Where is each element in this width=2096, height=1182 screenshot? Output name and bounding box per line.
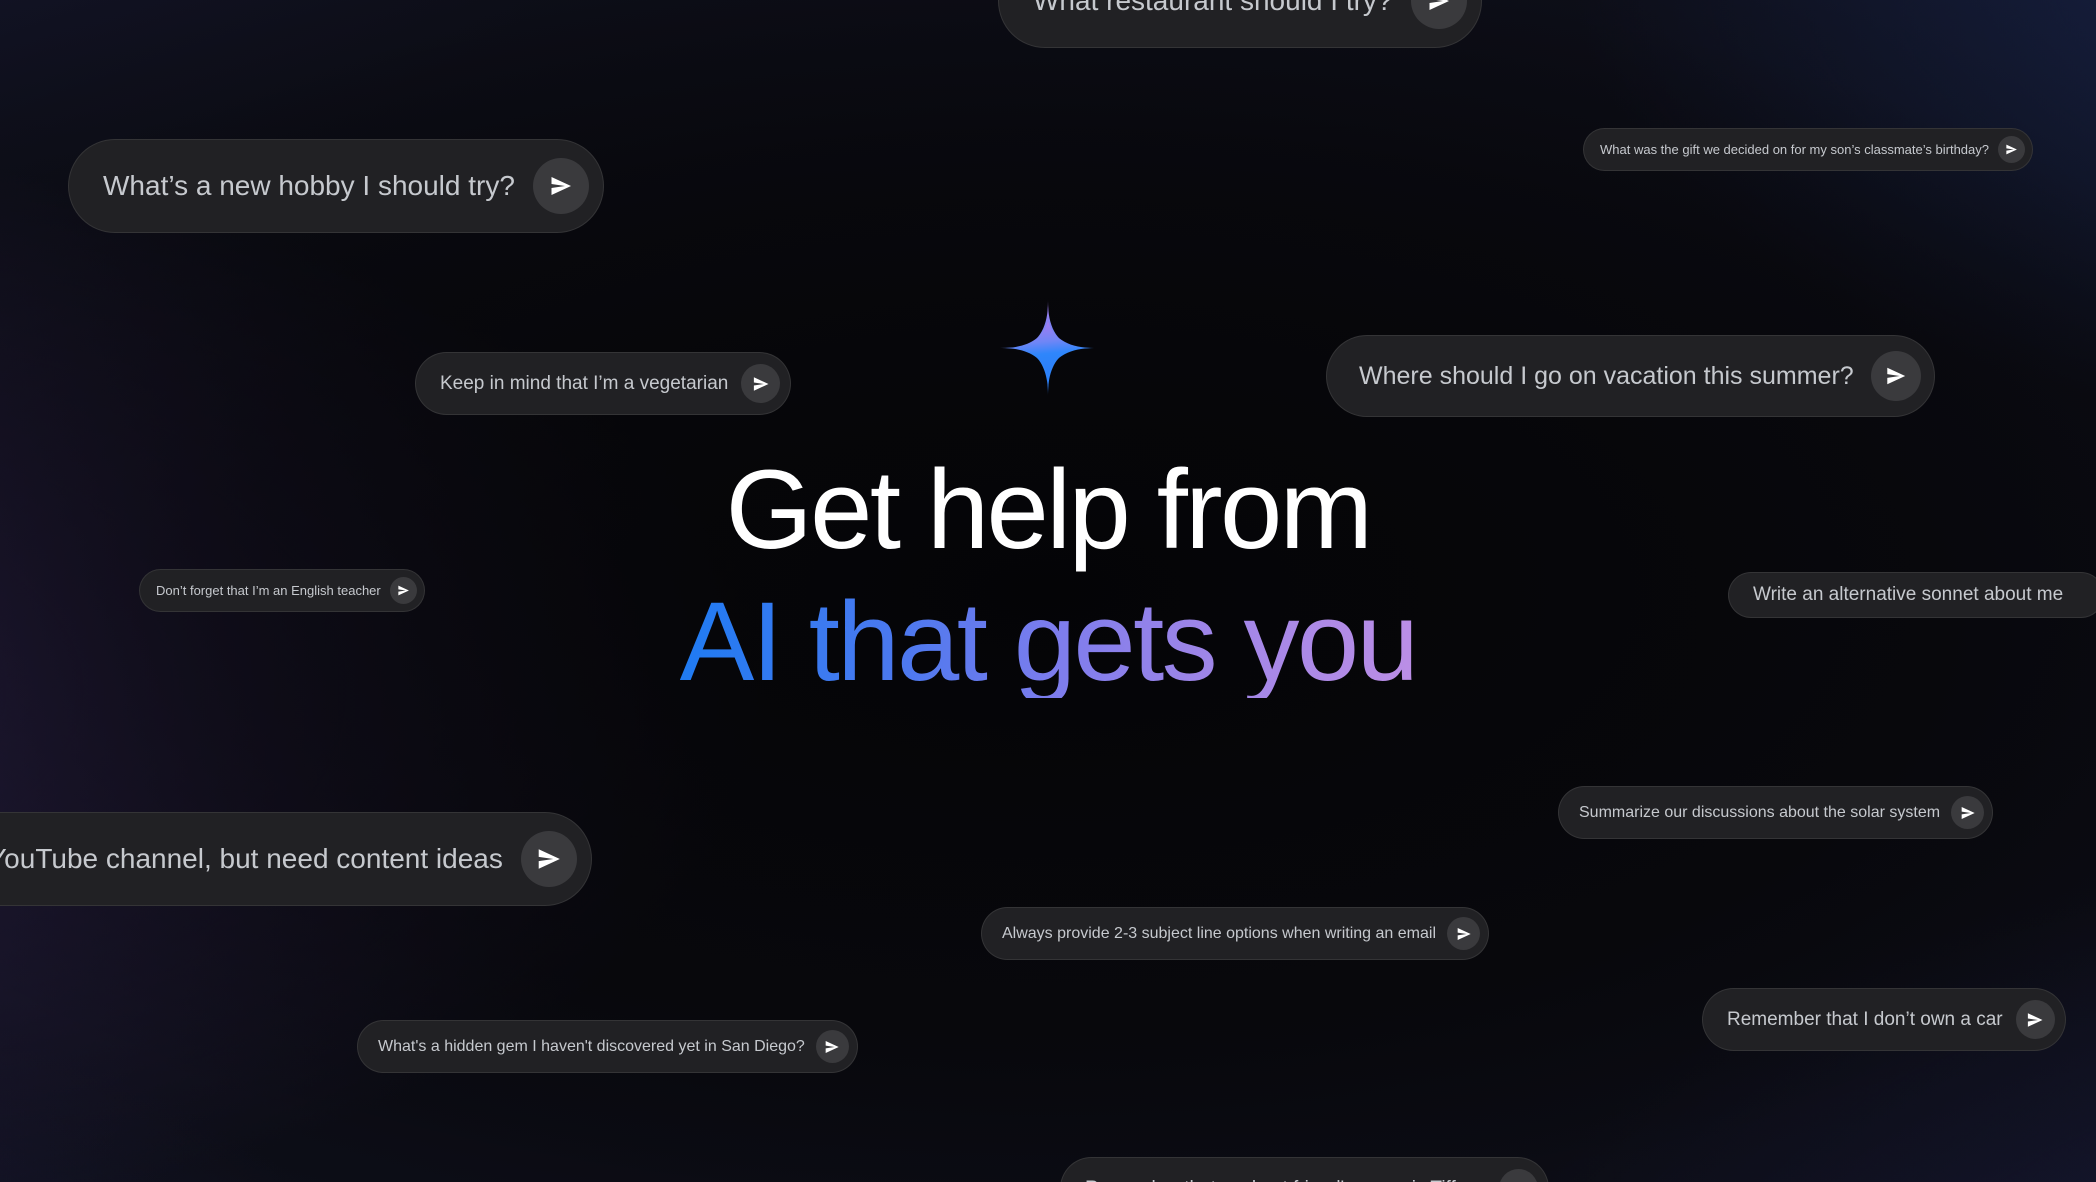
prompt-text: What was the gift we decided on for my s… bbox=[1600, 142, 1989, 157]
prompt-pill-no-car[interactable]: Remember that I don’t own a car bbox=[1702, 988, 2066, 1051]
prompt-pill-youtube[interactable]: start a YouTube channel, but need conten… bbox=[0, 812, 592, 906]
prompt-text: Keep in mind that I’m a vegetarian bbox=[440, 372, 729, 394]
send-paper-plane-icon[interactable] bbox=[1410, 0, 1467, 29]
send-paper-plane-icon[interactable] bbox=[815, 1030, 849, 1063]
gemini-sparkle-icon bbox=[1000, 300, 1096, 396]
prompt-text: Always provide 2-3 subject line options … bbox=[1002, 924, 1436, 942]
headline-line-1: Get help from bbox=[725, 447, 1373, 572]
prompt-pill-vegetarian[interactable]: Keep in mind that I’m a vegetarian bbox=[415, 352, 792, 415]
prompt-pill-sonnet[interactable]: Write an alternative sonnet about me bbox=[1728, 572, 2096, 618]
send-paper-plane-icon[interactable] bbox=[2015, 1000, 2055, 1039]
prompt-text: Where should I go on vacation this summe… bbox=[1359, 361, 1854, 390]
prompt-text: start a YouTube channel, but need conten… bbox=[0, 843, 503, 874]
prompt-pill-gift[interactable]: What was the gift we decided on for my s… bbox=[1583, 128, 2033, 171]
prompt-text: Remember that I don’t own a car bbox=[1727, 1008, 2003, 1030]
prompt-pill-restaurant[interactable]: What restaurant should I try? bbox=[998, 0, 1482, 48]
headline-line-2: AI that gets you bbox=[679, 579, 1419, 704]
prompt-pill-tiffany[interactable]: Remember that my best friend's name is T… bbox=[1060, 1157, 1550, 1182]
send-paper-plane-icon[interactable] bbox=[389, 577, 417, 604]
prompt-text: What restaurant should I try? bbox=[1033, 0, 1393, 16]
hero-stage: Get help from AI that gets you What rest… bbox=[0, 0, 2096, 1182]
prompt-text: Remember that my best friend's name is T… bbox=[1085, 1178, 1486, 1182]
prompt-pill-vacation[interactable]: Where should I go on vacation this summe… bbox=[1326, 335, 1935, 417]
send-paper-plane-icon[interactable] bbox=[1951, 796, 1985, 829]
send-paper-plane-icon[interactable] bbox=[1870, 351, 1921, 401]
prompt-pill-subject-lines[interactable]: Always provide 2-3 subject line options … bbox=[981, 907, 1489, 960]
prompt-text: Don’t forget that I’m an English teacher bbox=[156, 583, 381, 598]
send-paper-plane-icon[interactable] bbox=[1447, 917, 1480, 950]
prompt-pill-san-diego[interactable]: What's a hidden gem I haven't discovered… bbox=[357, 1020, 858, 1073]
send-paper-plane-icon[interactable] bbox=[532, 158, 589, 214]
prompt-text: Write an alternative sonnet about me bbox=[1753, 584, 2064, 605]
prompt-text: What's a hidden gem I haven't discovered… bbox=[378, 1037, 805, 1055]
prompt-text: Summarize our discussions about the sola… bbox=[1579, 803, 1941, 821]
send-paper-plane-icon[interactable] bbox=[1997, 136, 2025, 163]
prompt-pill-hobby[interactable]: What’s a new hobby I should try? bbox=[68, 139, 604, 233]
prompt-pill-solar-system[interactable]: Summarize our discussions about the sola… bbox=[1558, 786, 1994, 839]
send-paper-plane-icon[interactable] bbox=[741, 364, 781, 403]
prompt-pill-english-teacher[interactable]: Don’t forget that I’m an English teacher bbox=[139, 569, 425, 612]
prompt-text: What’s a new hobby I should try? bbox=[103, 170, 515, 201]
send-paper-plane-icon[interactable] bbox=[1499, 1169, 1539, 1182]
send-paper-plane-icon[interactable] bbox=[520, 831, 577, 887]
page-title: Get help from AI that gets you bbox=[679, 447, 1419, 704]
